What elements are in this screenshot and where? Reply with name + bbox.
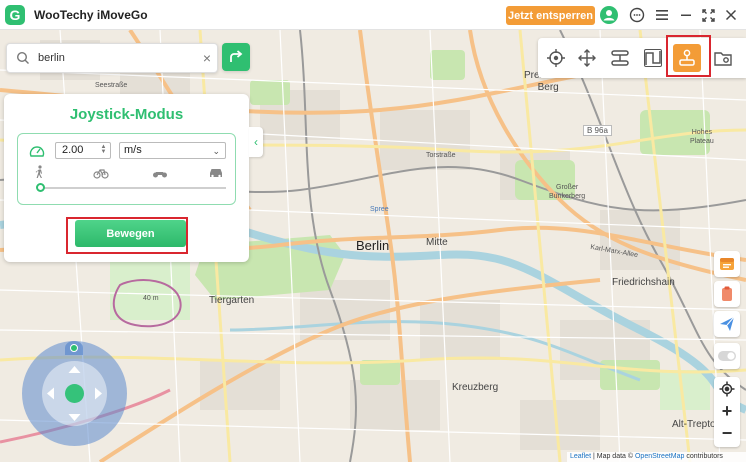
chat-icon[interactable] [628, 6, 646, 24]
folder-icon [714, 52, 732, 66]
map-label-seestrasse: Seestraße [95, 82, 128, 89]
menu-icon[interactable] [653, 6, 671, 24]
map-label-berlin: Berlin [356, 238, 390, 253]
mode-toolbar [538, 38, 746, 78]
speed-stepper-icon[interactable]: ▲ ▼ [99, 144, 108, 156]
toggle-button[interactable] [714, 343, 740, 369]
multi-route-icon [611, 50, 629, 66]
history-button[interactable] [714, 251, 740, 277]
search-box: × [6, 43, 218, 73]
clipboard-button[interactable] [714, 281, 740, 307]
history-icon [720, 258, 734, 270]
send-icon [720, 316, 735, 331]
joystick-knob[interactable] [65, 384, 84, 403]
fullscreen-icon[interactable] [699, 6, 717, 24]
move-icon [578, 49, 596, 67]
speed-slider-track[interactable] [39, 187, 226, 189]
map-label-kreuzberg: Kreuzberg [452, 382, 499, 393]
locate-icon[interactable] [719, 381, 735, 397]
zoom-in-button[interactable]: + [714, 400, 740, 422]
speed-input[interactable]: 2.00 ▲ ▼ [55, 142, 111, 159]
map-label-spree: Spree [370, 206, 389, 213]
motorbike-icon[interactable] [152, 165, 168, 179]
joystick-pad[interactable] [22, 341, 127, 446]
map-label-torstrasse: Torstraße [426, 152, 456, 159]
speed-slider-thumb[interactable] [36, 183, 45, 192]
map-label-mitte: Mitte [426, 237, 448, 248]
attribution-separator: | Map data © [591, 453, 635, 460]
panel-title: Joystick-Modus [69, 106, 184, 123]
chevron-down-icon: ⌄ [212, 146, 220, 156]
app-title: WooTechy iMoveGo [34, 7, 148, 22]
joystick-mode-highlight [666, 35, 711, 77]
two-spot-mode-button[interactable] [639, 44, 667, 72]
map-label-b96a: B 96a [583, 125, 612, 136]
search-icon [16, 51, 29, 64]
speed-settings: 2.00 ▲ ▼ m/s ⌄ [17, 133, 236, 205]
map-label-hohes-plateau: Hohes Plateau [690, 129, 714, 145]
route-icon [644, 49, 662, 67]
move-mode-button[interactable] [573, 44, 601, 72]
minimize-icon[interactable] [677, 6, 695, 24]
walk-icon[interactable] [32, 165, 48, 179]
app-logo-icon: G [5, 4, 25, 25]
speed-unit-value: m/s [124, 144, 142, 156]
search-input[interactable] [38, 52, 188, 64]
speed-value: 2.00 [62, 144, 84, 156]
leaflet-link[interactable]: Leaflet [570, 453, 591, 460]
title-bar: G WooTechy iMoveGo Jetzt entsperren [0, 0, 746, 30]
speed-unit-select[interactable]: m/s ⌄ [119, 142, 226, 159]
clipboard-icon [722, 286, 732, 301]
speedometer-icon [29, 146, 45, 157]
teleport-mode-button[interactable] [542, 44, 570, 72]
collapse-panel-button[interactable]: ‹ [249, 127, 263, 157]
close-icon[interactable] [722, 6, 740, 24]
clear-icon[interactable]: × [203, 51, 211, 65]
send-button[interactable] [714, 311, 740, 337]
multi-spot-mode-button[interactable] [606, 44, 634, 72]
upgrade-button[interactable]: Jetzt entsperren [506, 6, 595, 25]
redirect-arrow-icon [230, 50, 243, 62]
toggle-icon [718, 351, 736, 361]
avatar-icon[interactable] [600, 6, 618, 24]
bike-icon[interactable] [93, 165, 109, 179]
crosshair-icon [547, 49, 565, 67]
map-label-tiergarten: Tiergarten [209, 295, 255, 306]
osm-link[interactable]: OpenStreetMap [635, 453, 684, 460]
search-go-button[interactable] [222, 43, 250, 71]
joystick-direction-handle[interactable] [65, 341, 83, 355]
zoom-controls: + − [714, 377, 740, 447]
map-label-elevation: 40 m [143, 295, 159, 302]
car-icon[interactable] [208, 165, 224, 179]
zoom-out-button[interactable]: − [714, 422, 740, 444]
direction-indicator-icon [70, 344, 78, 352]
map-label-friedrichshain: Friedrichshain [612, 277, 675, 288]
map-label-grosser-bunkerberg: Großer Bunkerberg [549, 184, 586, 200]
chevron-left-icon: ‹ [254, 135, 258, 149]
attribution-suffix: contributors [684, 453, 723, 460]
move-button-highlight [66, 217, 188, 254]
saved-mode-button[interactable] [709, 44, 737, 72]
map-attribution: Leaflet | Map data © OpenStreetMap contr… [567, 452, 746, 462]
